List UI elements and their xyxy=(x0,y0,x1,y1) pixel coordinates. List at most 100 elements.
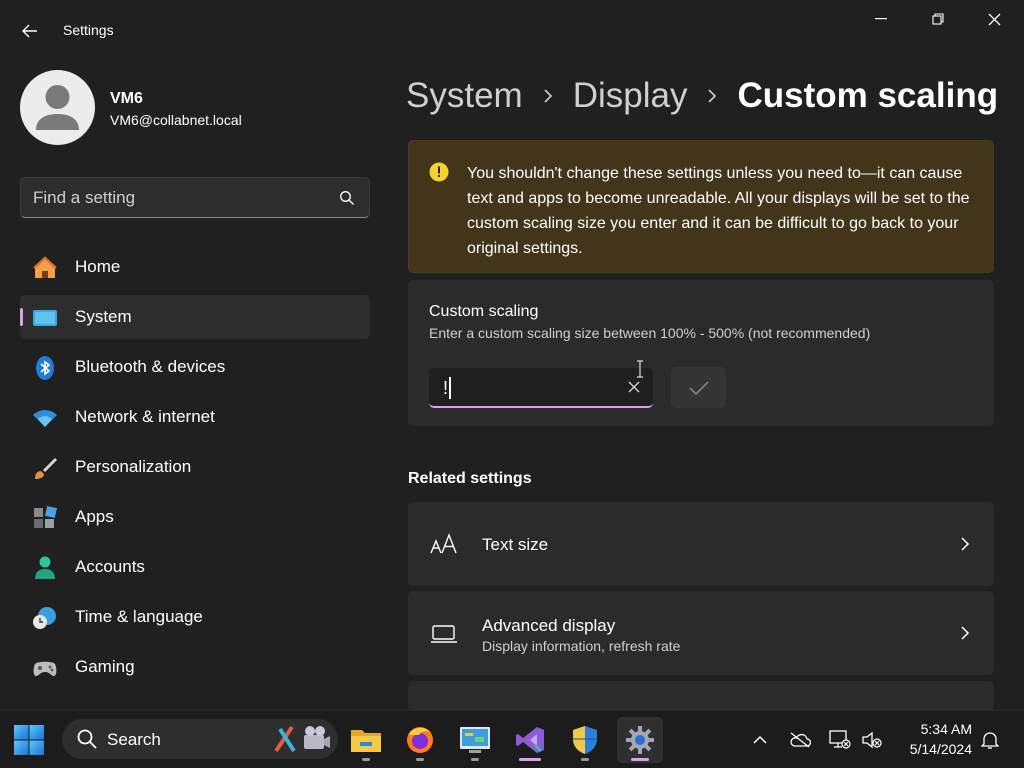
back-arrow-icon xyxy=(22,24,37,38)
tray-overflow-button[interactable] xyxy=(748,728,772,752)
restore-button[interactable] xyxy=(910,4,966,34)
text-caret xyxy=(449,377,451,399)
sidebar-item-label: System xyxy=(75,307,132,326)
brush-icon xyxy=(35,458,57,479)
network-offline-icon xyxy=(829,730,851,749)
sidebar-item-label: Bluetooth & devices xyxy=(75,357,226,376)
taskbar-security[interactable] xyxy=(562,717,608,763)
chevron-right-icon xyxy=(961,537,970,551)
related-settings-heading: Related settings xyxy=(408,470,532,487)
running-indicator xyxy=(631,758,649,761)
clock-date: 5/14/2024 xyxy=(909,741,972,757)
back-button[interactable] xyxy=(12,14,48,48)
chevron-right-icon xyxy=(708,89,717,103)
warning-text: You shouldn't change these settings unle… xyxy=(467,165,970,257)
taskbar-search[interactable]: Search xyxy=(62,719,338,759)
sidebar-nav: Home System Bluetooth & devices Network … xyxy=(20,245,370,695)
find-setting-input[interactable] xyxy=(33,178,333,217)
taskbar-clock[interactable]: 5:34 AM 5/14/2024 xyxy=(896,719,972,759)
related-item-subtitle: Display information, refresh rate xyxy=(482,638,681,654)
sidebar-item-label: Accounts xyxy=(75,557,145,576)
breadcrumb: System Display Custom scaling xyxy=(406,74,998,118)
taskbar: Search 5:34 AM 5/14/2024 xyxy=(0,710,1024,768)
user-avatar-icon xyxy=(36,85,79,130)
sidebar-item-gaming[interactable]: Gaming xyxy=(20,645,370,689)
custom-scaling-input[interactable] xyxy=(443,372,613,404)
tray-volume[interactable] xyxy=(860,728,884,752)
related-item-advanced-display[interactable]: Advanced display Display information, re… xyxy=(408,591,994,675)
accounts-icon xyxy=(35,556,55,579)
breadcrumb-system[interactable]: System xyxy=(406,76,523,116)
warning-icon xyxy=(429,162,449,182)
taskbar-settings[interactable] xyxy=(617,717,663,763)
sidebar-item-apps[interactable]: Apps xyxy=(20,495,370,539)
ibeam-cursor-icon xyxy=(637,360,643,378)
search-icon[interactable] xyxy=(339,190,355,206)
search-icon xyxy=(77,729,97,749)
visual-studio-icon xyxy=(516,727,544,753)
minimize-button[interactable] xyxy=(853,4,909,34)
sidebar-item-bluetooth[interactable]: Bluetooth & devices xyxy=(20,345,370,389)
related-item-partial[interactable] xyxy=(408,681,994,711)
taskbar-search-label: Search xyxy=(107,730,161,749)
sidebar-item-personalization[interactable]: Personalization xyxy=(20,445,370,489)
sidebar-item-time-language[interactable]: Time & language xyxy=(20,595,370,639)
time-language-icon xyxy=(33,607,56,629)
running-indicator xyxy=(519,758,541,761)
custom-scaling-field xyxy=(429,368,653,408)
app-title: Settings xyxy=(63,22,114,38)
related-item-text-size[interactable]: Text size xyxy=(408,502,994,586)
sidebar-item-network[interactable]: Network & internet xyxy=(20,395,370,439)
onedrive-offline-icon xyxy=(790,732,811,748)
tray-network[interactable] xyxy=(828,728,852,752)
close-button[interactable] xyxy=(966,4,1022,34)
running-indicator xyxy=(471,758,479,761)
taskbar-control-panel[interactable] xyxy=(452,717,498,763)
chevron-right-icon xyxy=(961,626,970,640)
windows-start-icon[interactable] xyxy=(12,723,46,757)
avatar xyxy=(20,70,95,145)
apply-button[interactable] xyxy=(671,367,726,408)
sidebar-item-system[interactable]: System xyxy=(20,295,370,339)
taskbar-firefox[interactable] xyxy=(397,717,443,763)
apps-icon xyxy=(34,506,57,528)
custom-scaling-description: Enter a custom scaling size between 100%… xyxy=(429,325,871,341)
running-indicator xyxy=(581,758,589,761)
profile[interactable]: VM6 VM6@collabnet.local xyxy=(20,70,360,146)
close-icon xyxy=(988,13,1000,25)
sidebar-item-label: Home xyxy=(75,257,121,276)
warning-banner: You shouldn't change these settings unle… xyxy=(408,140,994,273)
chevron-up-icon xyxy=(753,735,767,744)
text-size-icon xyxy=(430,533,457,554)
monitor-icon xyxy=(431,625,457,643)
title-bar: Settings xyxy=(0,0,1024,60)
page-title: Custom scaling xyxy=(737,76,999,115)
profile-name: VM6 xyxy=(110,90,143,107)
sidebar-item-label: Network & internet xyxy=(75,407,215,426)
clear-input-icon[interactable] xyxy=(627,380,641,394)
firefox-icon xyxy=(407,727,433,753)
sidebar-item-accounts[interactable]: Accounts xyxy=(20,545,370,589)
checkmark-icon xyxy=(688,380,709,395)
find-setting-box xyxy=(20,177,370,218)
tray-onedrive[interactable] xyxy=(788,728,812,752)
custom-scaling-title: Custom scaling xyxy=(429,303,539,320)
sidebar-item-label: Gaming xyxy=(75,657,135,676)
related-item-label: Advanced display xyxy=(482,616,616,635)
gaming-icon xyxy=(33,661,57,676)
wifi-icon xyxy=(33,410,57,427)
notifications-button[interactable] xyxy=(978,728,1002,752)
search-highlight-icon xyxy=(274,725,330,753)
taskbar-file-explorer[interactable] xyxy=(343,717,389,763)
restore-icon xyxy=(932,13,944,25)
breadcrumb-display[interactable]: Display xyxy=(573,76,688,116)
security-shield-icon xyxy=(573,726,597,754)
taskbar-visual-studio[interactable] xyxy=(507,717,553,763)
sidebar-item-label: Time & language xyxy=(75,607,203,626)
volume-muted-icon xyxy=(862,731,882,749)
file-explorer-icon xyxy=(351,730,381,752)
sidebar-item-home[interactable]: Home xyxy=(20,245,370,289)
sidebar-item-label: Personalization xyxy=(75,457,192,476)
clock-time: 5:34 AM xyxy=(920,721,972,737)
bell-icon xyxy=(981,732,999,749)
